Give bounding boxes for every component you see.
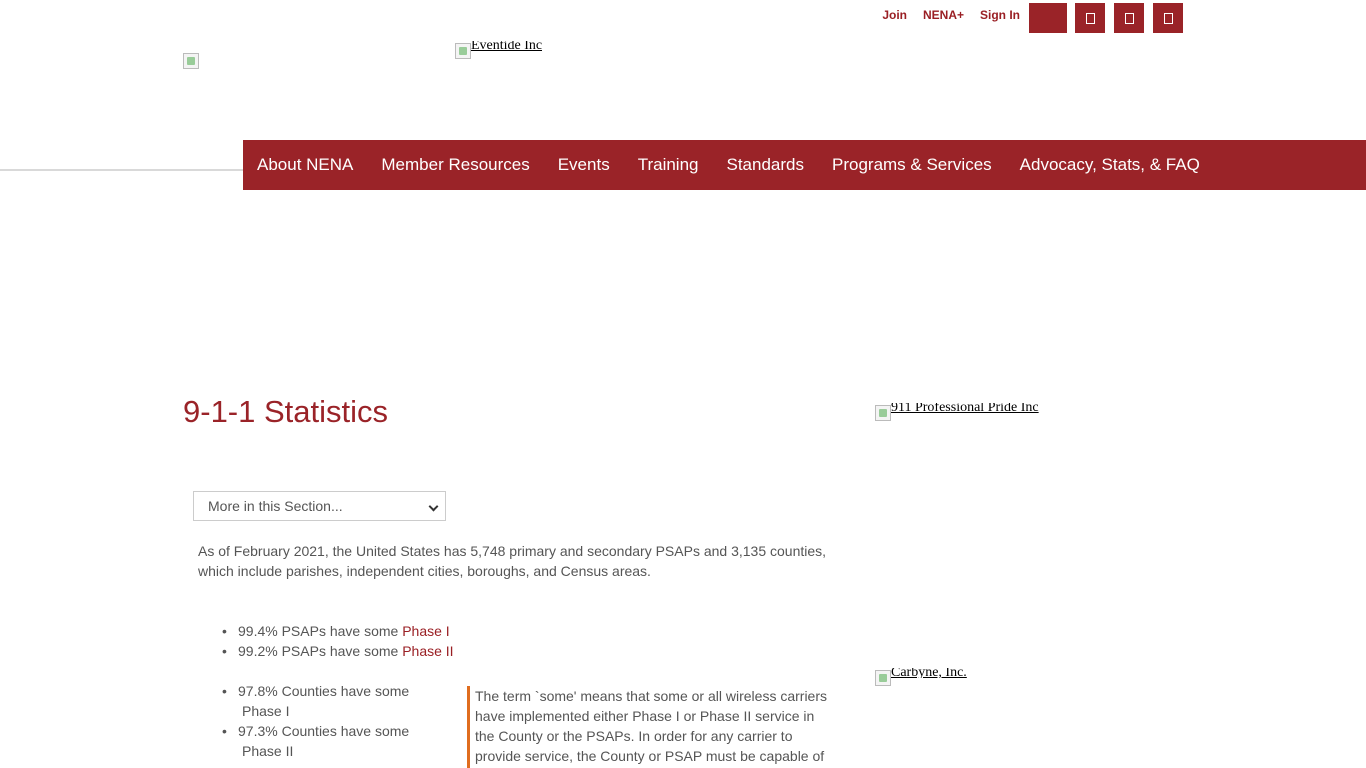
list-item: 97.8% Counties have somePhase I: [222, 681, 454, 721]
section-select[interactable]: More in this Section...: [193, 491, 446, 521]
utility-bar: Join NENA+ Sign In: [0, 0, 1366, 36]
nav-item-about[interactable]: About NENA: [257, 155, 353, 175]
broken-image-icon: [183, 53, 199, 69]
sponsor-banner-right-1[interactable]: 911 Professional Pride Inc: [875, 403, 1039, 421]
nav-item-standards[interactable]: Standards: [727, 155, 805, 175]
nav-item-member-resources[interactable]: Member Resources: [381, 155, 529, 175]
broken-image-icon: [875, 670, 891, 686]
nav-item-training[interactable]: Training: [638, 155, 699, 175]
sponsor-alt-text: 911 Professional Pride Inc: [891, 403, 1039, 413]
cart-icon[interactable]: [1029, 3, 1067, 33]
facebook-icon[interactable]: [1075, 3, 1105, 33]
nav-item-advocacy[interactable]: Advocacy, Stats, & FAQ: [1020, 155, 1200, 175]
phase-i-link[interactable]: Phase I: [402, 623, 449, 639]
sponsor-banner-right-2[interactable]: Carbyne, Inc.: [875, 668, 967, 686]
sign-in-link[interactable]: Sign In: [980, 8, 1020, 22]
twitter-icon[interactable]: [1114, 3, 1144, 33]
phase-ii-link[interactable]: Phase II: [402, 643, 453, 659]
utility-icons: [1029, 3, 1192, 33]
list-item: 99.4% PSAPs have some Phase I: [222, 621, 454, 641]
chevron-down-icon: [428, 501, 439, 512]
utility-links: Join NENA+ Sign In: [882, 8, 1020, 22]
sponsor-banner-top[interactable]: Eventide Inc: [455, 41, 543, 59]
page-title: 9-1-1 Statistics: [183, 394, 389, 429]
sponsor-alt-text: Eventide Inc: [471, 41, 543, 51]
linkedin-icon[interactable]: [1153, 3, 1183, 33]
broken-image-icon: [455, 43, 471, 59]
list-item: 97.3% Counties have somePhase II: [222, 721, 454, 761]
nena-plus-link[interactable]: NENA+: [923, 8, 964, 22]
sponsor-alt-text: Carbyne, Inc.: [891, 668, 967, 678]
nav-item-events[interactable]: Events: [558, 155, 610, 175]
nav-divider: [0, 169, 243, 171]
nav-item-programs[interactable]: Programs & Services: [832, 155, 992, 175]
definition-callout: The term `some' means that some or all w…: [467, 686, 837, 768]
join-link[interactable]: Join: [882, 8, 907, 22]
main-nav: About NENA Member Resources Events Train…: [243, 140, 1366, 190]
section-select-value: More in this Section...: [208, 498, 343, 514]
site-logo[interactable]: [183, 53, 199, 69]
stats-list: 99.4% PSAPs have some Phase I 99.2% PSAP…: [222, 621, 454, 761]
broken-image-icon: [875, 405, 891, 421]
list-item: 99.2% PSAPs have some Phase II: [222, 641, 454, 661]
intro-paragraph: As of February 2021, the United States h…: [198, 543, 827, 579]
